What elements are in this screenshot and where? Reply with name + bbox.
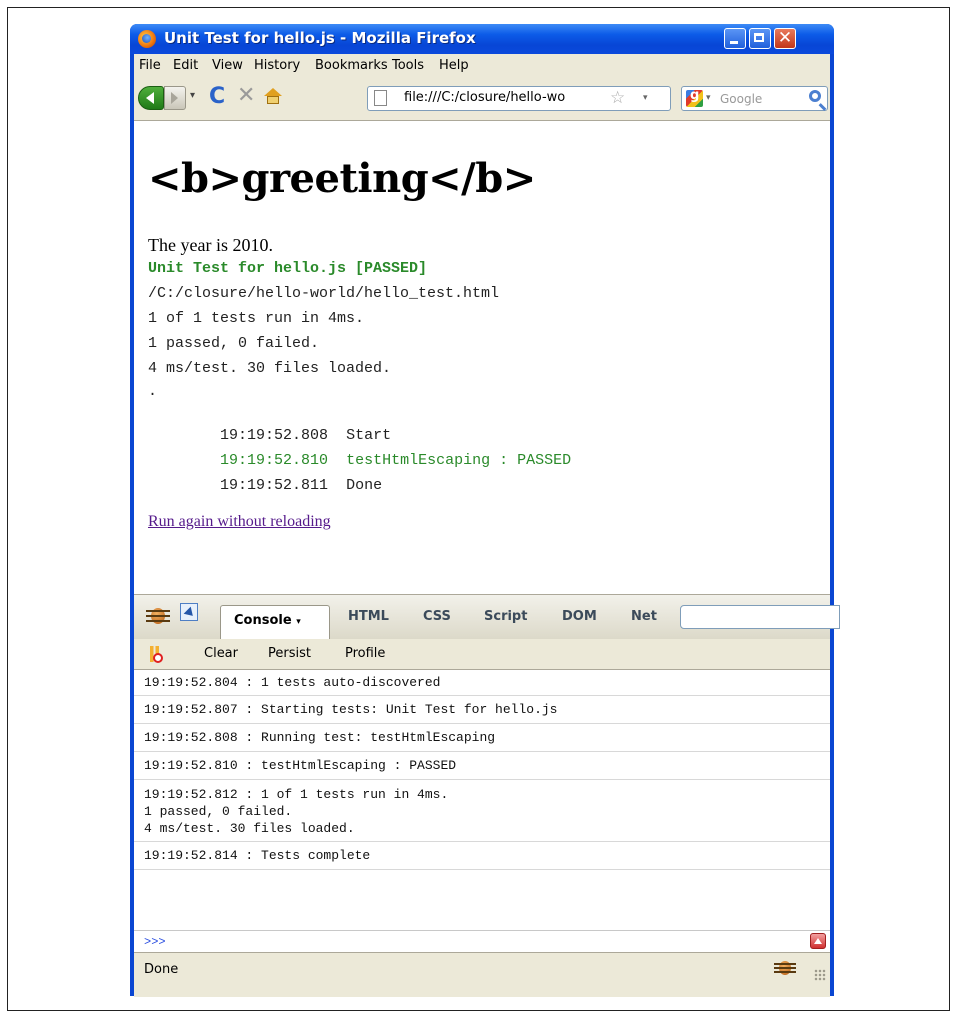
tab-console[interactable]: Console ▾ [220, 605, 330, 639]
tab-net[interactable]: Net [631, 609, 657, 624]
search-box[interactable]: ▾ Google [681, 86, 828, 111]
url-dropdown-icon[interactable]: ▾ [643, 93, 648, 103]
tab-dom[interactable]: DOM [562, 609, 597, 624]
expand-command-line-icon[interactable] [810, 933, 826, 949]
console-row: 19:19:52.808 : Running test: testHtmlEsc… [134, 724, 830, 752]
url-bar[interactable]: file:///C:/closure/hello-wo ☆ ▾ [367, 86, 671, 111]
chevron-down-icon[interactable]: ▾ [296, 617, 301, 627]
test-summary-passed: 1 passed, 0 failed. [148, 335, 320, 352]
url-text[interactable]: file:///C:/closure/hello-wo [404, 90, 604, 105]
run-again-link[interactable]: Run again without reloading [148, 513, 331, 531]
firebug-tab-bar: Console ▾ HTML CSS Script DOM Net [134, 594, 840, 640]
page-icon [374, 90, 387, 106]
console-row: 19:19:52.814 : Tests complete [134, 842, 830, 870]
navigation-toolbar: ▾ C ✕ file:///C:/closure/hello-wo ☆ ▾ ▾ … [134, 78, 830, 120]
search-engine-dropdown-icon[interactable]: ▾ [706, 93, 711, 103]
stop-icon[interactable]: ✕ [237, 83, 255, 108]
menu-history[interactable]: History [254, 58, 300, 73]
command-line[interactable]: >>> [134, 930, 830, 953]
forward-button[interactable] [164, 86, 186, 110]
log-time: 19:19:52.811 [220, 477, 329, 494]
menu-tools[interactable]: Tools [392, 58, 424, 73]
tab-script[interactable]: Script [484, 609, 527, 624]
console-log: 19:19:52.804 : 1 tests auto-discovered 1… [134, 670, 830, 930]
menu-file[interactable]: File [139, 58, 161, 73]
firebug-status-icon[interactable] [774, 957, 796, 979]
status-bar: Done [134, 952, 830, 997]
log-text: Done [346, 477, 383, 494]
console-row: 19:19:52.812 : 1 of 1 tests run in 4ms. … [134, 780, 830, 842]
history-dropdown-icon[interactable]: ▾ [190, 90, 195, 101]
close-button[interactable]: ✕ [774, 28, 796, 49]
search-placeholder[interactable]: Google [720, 92, 762, 106]
tab-html[interactable]: HTML [348, 609, 389, 624]
test-progress-dot: . [148, 383, 158, 400]
test-title: Unit Test for hello.js [PASSED] [148, 260, 428, 277]
home-icon[interactable] [264, 88, 282, 104]
console-row: 19:19:52.807 : Starting tests: Unit Test… [134, 696, 830, 724]
reload-icon[interactable]: C [209, 84, 225, 109]
close-icon: ✕ [777, 28, 793, 48]
status-text: Done [144, 962, 179, 977]
menu-bar: File Edit View History Bookmarks Tools H… [134, 54, 830, 78]
console-row: 19:19:52.804 : 1 tests auto-discovered [134, 670, 830, 696]
search-icon[interactable] [809, 90, 821, 102]
title-bar[interactable]: Unit Test for hello.js - Mozilla Firefox… [130, 24, 834, 54]
tab-console-label: Console [234, 613, 292, 628]
inspect-icon[interactable] [180, 603, 198, 621]
command-prompt: >>> [144, 935, 166, 949]
back-button[interactable] [138, 86, 164, 110]
year-text: The year is 2010. [148, 235, 273, 255]
page-heading: <b>greeting</b> [148, 155, 536, 202]
menu-view[interactable]: View [212, 58, 243, 73]
clear-console-icon[interactable] [150, 646, 163, 663]
menu-help[interactable]: Help [439, 58, 469, 73]
firebug-icon[interactable] [144, 603, 170, 627]
test-summary-runs: 1 of 1 tests run in 4ms. [148, 310, 365, 327]
bookmark-star-icon[interactable]: ☆ [610, 88, 625, 108]
menu-edit[interactable]: Edit [173, 58, 198, 73]
firefox-icon [138, 30, 156, 48]
resize-grip-icon[interactable] [814, 969, 826, 981]
firefox-window: Unit Test for hello.js - Mozilla Firefox… [130, 24, 840, 997]
maximize-button[interactable] [749, 28, 771, 49]
menu-bookmarks[interactable]: Bookmarks [315, 58, 388, 73]
tab-css[interactable]: CSS [423, 609, 451, 624]
firebug-search-input[interactable] [680, 605, 840, 629]
persist-button[interactable]: Persist [268, 646, 311, 661]
test-summary-files: 4 ms/test. 30 files loaded. [148, 360, 392, 377]
console-row: 19:19:52.810 : testHtmlEscaping : PASSED [134, 752, 830, 780]
console-toolbar: Clear Persist Profile [134, 639, 830, 670]
log-entry: 19:19:52.811 Done [148, 460, 382, 511]
window-title: Unit Test for hello.js - Mozilla Firefox [164, 29, 476, 47]
google-icon[interactable] [686, 88, 703, 107]
test-path: /C:/closure/hello-world/hello_test.html [148, 285, 500, 302]
window-client: File Edit View History Bookmarks Tools H… [134, 54, 840, 997]
profile-button[interactable]: Profile [345, 646, 385, 661]
minimize-button[interactable] [724, 28, 746, 49]
page-content: <b>greeting</b> The year is 2010. Unit T… [134, 120, 830, 595]
clear-button[interactable]: Clear [204, 646, 238, 661]
